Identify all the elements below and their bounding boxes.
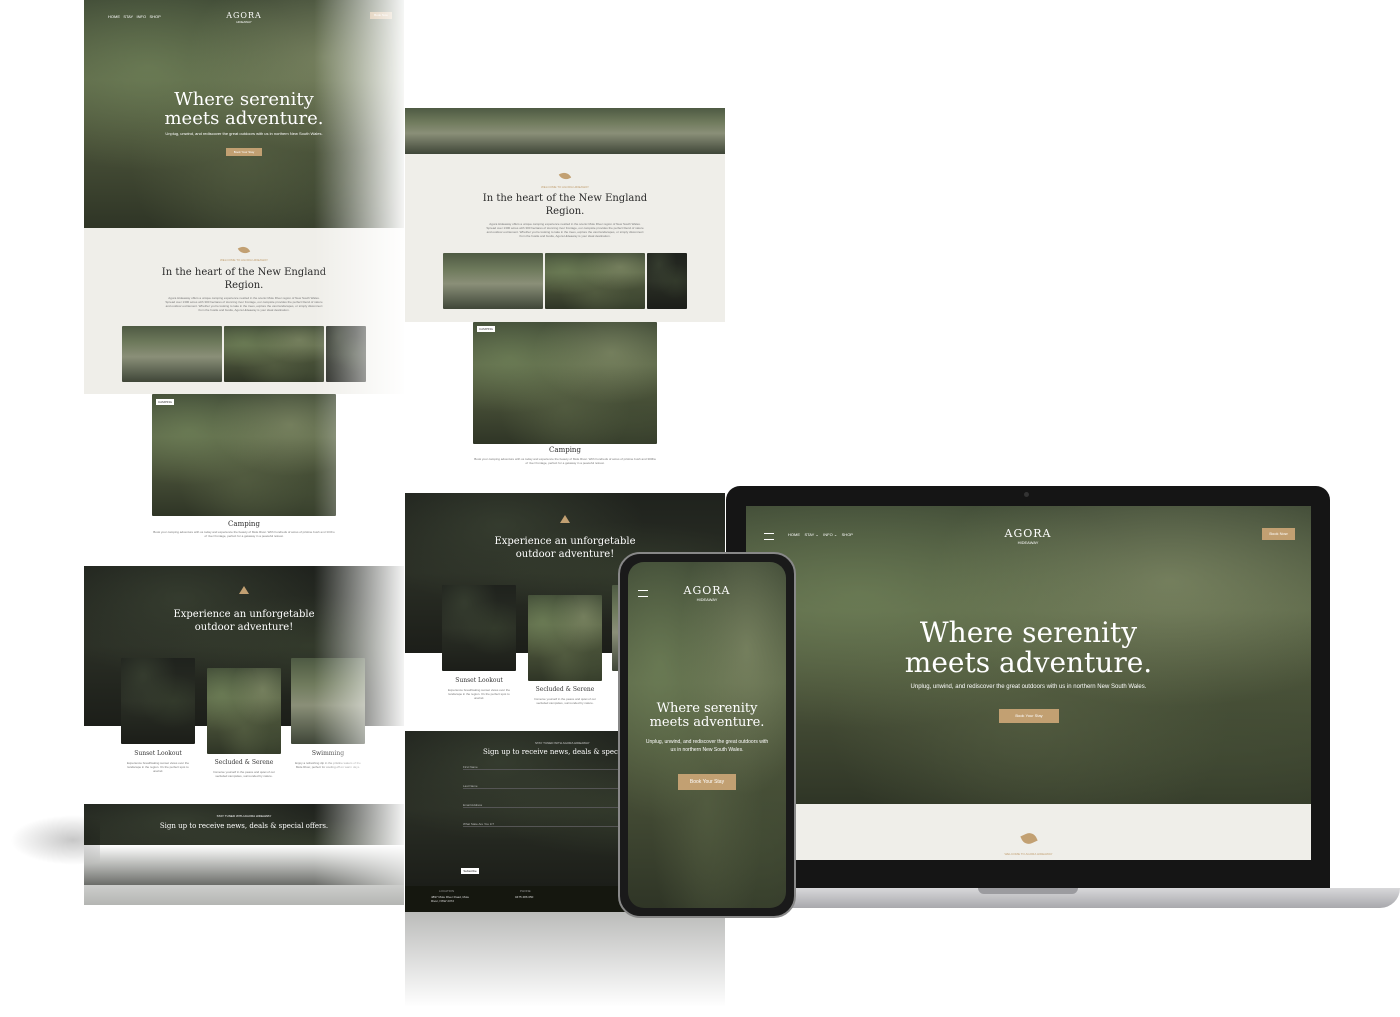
nav-home[interactable]: HOME xyxy=(788,532,800,537)
tent-icon xyxy=(239,586,249,594)
laptop-notch xyxy=(978,888,1078,894)
menu-icon[interactable] xyxy=(638,590,648,597)
gallery-image-2[interactable] xyxy=(545,253,645,309)
footer-col-phone: PHONE xyxy=(520,889,531,893)
card-image-sunset[interactable] xyxy=(121,658,195,744)
card-body-1: Experience breathtaking sunset views ove… xyxy=(126,761,190,773)
welcome-body: Agora Hideaway offers a unique camping e… xyxy=(165,296,323,312)
card-title-1: Sunset Lookout xyxy=(134,750,182,757)
card-image-secluded[interactable] xyxy=(528,595,602,681)
card-image-secluded[interactable] xyxy=(207,668,281,754)
phone-frame: AGORA HIDEAWAY Where serenity meets adve… xyxy=(618,552,796,918)
leaf-icon xyxy=(558,170,572,182)
leaf-icon xyxy=(1020,830,1038,847)
laptop-base xyxy=(700,888,1400,908)
phone-hero-cta-button[interactable]: Book Your Stay xyxy=(678,774,736,790)
desktop-page-left: HOME STAY INFO SHOP AGORA HIDEAWAY Book … xyxy=(84,0,404,885)
phone-hero-title: Where serenity meets adventure. xyxy=(649,701,765,730)
welcome-section-middle: WELCOME TO AGORA HIDEAWAY In the heart o… xyxy=(405,154,725,322)
nav-info[interactable]: INFO xyxy=(137,14,147,19)
nav-stay[interactable]: STAY ⌄ xyxy=(804,532,818,537)
footer-phone: 0475 486 050 xyxy=(515,895,534,899)
laptop-welcome-eyebrow: WELCOME TO AGORA HIDEAWAY xyxy=(1004,852,1053,856)
welcome-title: In the heart of the New England Region. xyxy=(482,193,648,217)
laptop-book-now-button[interactable]: Book Now xyxy=(1262,528,1295,540)
card-body-2: Immerse yourself in the peace and quiet … xyxy=(534,697,596,705)
camping-body: Book your camping adventure with us toda… xyxy=(153,530,335,538)
card-body-1: Experience breathtaking sunset views ove… xyxy=(447,688,511,700)
logo[interactable]: AGORA HIDEAWAY xyxy=(224,11,264,24)
signup-eyebrow: STAY TUNED WITH AGORA HIDEAWAY xyxy=(535,741,590,745)
camping-body: Book your camping adventure with us toda… xyxy=(474,457,656,465)
gallery-image-1[interactable] xyxy=(443,253,543,309)
laptop-hero-subtitle: Unplug, unwind, and rediscover the great… xyxy=(910,684,1147,690)
welcome-body: Agora Hideaway offers a unique camping e… xyxy=(486,222,644,238)
phone-screen: AGORA HIDEAWAY Where serenity meets adve… xyxy=(628,562,786,908)
laptop-frame: HOME STAY ⌄ INFO ⌄ SHOP AGORA HIDEAWAY B… xyxy=(726,486,1330,890)
nav-info[interactable]: INFO ⌄ xyxy=(823,532,837,537)
camping-link[interactable]: See more → xyxy=(405,469,725,473)
footer-address: 4897 Mole River Road, Mole River, NSW 23… xyxy=(431,895,470,903)
gallery-image-2[interactable] xyxy=(224,326,324,382)
laptop-hero-title: Where serenity meets adventure. xyxy=(904,616,1153,679)
laptop-hero-cta-button[interactable]: Book Your Stay xyxy=(999,709,1059,723)
laptop-hero: HOME STAY ⌄ INFO ⌄ SHOP AGORA HIDEAWAY B… xyxy=(746,506,1311,804)
camping-image[interactable] xyxy=(473,322,657,444)
footer-col-location: LOCATION xyxy=(439,889,455,893)
field-last-name[interactable]: Last Name xyxy=(463,784,623,789)
menu-icon[interactable] xyxy=(764,533,774,540)
camping-badge: CAMPING xyxy=(477,326,496,332)
gallery-image-1[interactable] xyxy=(122,326,222,382)
card-title-2: Secluded & Serene xyxy=(535,686,595,693)
welcome-eyebrow: WELCOME TO AGORA HIDEAWAY xyxy=(540,185,590,189)
nav-shop[interactable]: SHOP xyxy=(149,14,160,19)
subscribe-button[interactable]: Subscribe xyxy=(461,868,479,874)
nav-home[interactable]: HOME xyxy=(108,14,120,19)
fade-overlay xyxy=(314,0,404,885)
laptop-camera xyxy=(1024,492,1029,497)
nav-stay[interactable]: STAY xyxy=(123,14,133,19)
leaf-icon xyxy=(237,244,251,256)
card-body-2: Immerse yourself in the peace and quiet … xyxy=(213,770,275,778)
reflection-left xyxy=(84,845,404,905)
field-first-name[interactable]: First Name xyxy=(463,765,623,770)
laptop-logo[interactable]: AGORA HIDEAWAY xyxy=(998,527,1058,545)
laptop-nav[interactable]: HOME STAY ⌄ INFO ⌄ SHOP xyxy=(788,532,853,537)
nav-bar[interactable]: HOME STAY INFO SHOP xyxy=(108,14,161,19)
field-state[interactable]: What State Are You In? xyxy=(463,822,623,827)
shadow-left xyxy=(10,815,100,865)
phone-hero-subtitle: Unplug, unwind, and rediscover the great… xyxy=(645,739,769,753)
card-image-sunset[interactable] xyxy=(442,585,516,671)
nav-shop[interactable]: SHOP xyxy=(842,532,853,537)
gallery-image-3[interactable] xyxy=(647,253,687,309)
card-title-2: Secluded & Serene xyxy=(214,759,274,766)
camping-title: Camping xyxy=(549,446,581,454)
field-email[interactable]: Email Address xyxy=(463,803,623,808)
camping-badge: CAMPING xyxy=(156,399,175,405)
laptop-screen: HOME STAY ⌄ INFO ⌄ SHOP AGORA HIDEAWAY B… xyxy=(746,506,1311,860)
reflection-middle xyxy=(405,912,725,1007)
tent-icon xyxy=(560,515,570,523)
hero-cta-button[interactable]: Book Your Stay xyxy=(226,148,262,156)
top-image-strip xyxy=(405,108,725,154)
card-title-1: Sunset Lookout xyxy=(455,677,503,684)
camping-image[interactable] xyxy=(152,394,336,516)
signup-title: Sign up to receive news, deals & speci xyxy=(483,748,621,756)
phone-logo[interactable]: AGORA HIDEAWAY xyxy=(677,584,737,602)
